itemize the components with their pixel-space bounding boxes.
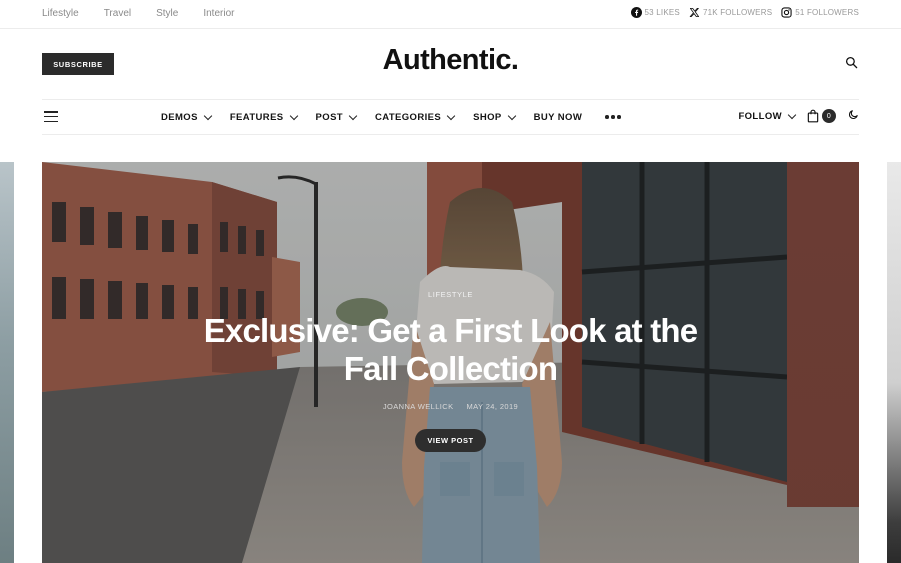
featured-slider[interactable]: LIFESTYLE Exclusive: Get a First Look at…: [0, 162, 901, 563]
nav-item-categories[interactable]: CATEGORIES: [375, 111, 456, 123]
cart-count-badge: 0: [822, 109, 836, 123]
chevron-down-icon: [787, 110, 797, 119]
hero-content: LIFESTYLE Exclusive: Get a First Look at…: [42, 162, 859, 563]
facebook-icon: [630, 7, 642, 18]
instagram-icon: [781, 7, 792, 18]
cart-button[interactable]: 0: [807, 109, 836, 123]
chevron-down-icon: [289, 111, 298, 120]
featured-post-card[interactable]: LIFESTYLE Exclusive: Get a First Look at…: [42, 162, 859, 563]
nav-item-label: FEATURES: [229, 111, 284, 123]
nav-item-shop[interactable]: SHOP: [473, 111, 516, 123]
nav-item-label: DEMOS: [161, 111, 198, 123]
post-author[interactable]: JOANNA WELLICK: [383, 402, 454, 411]
dark-mode-toggle[interactable]: [848, 109, 859, 123]
nav-item-label: CATEGORIES: [375, 111, 442, 123]
facebook-count: 53 LIKES: [644, 8, 680, 17]
main-navigation: DEMOS FEATURES POST CATEGORIES SHOP BUY …: [42, 99, 859, 135]
shopping-bag-icon: [807, 109, 819, 123]
follow-label: FOLLOW: [738, 110, 782, 122]
chevron-down-icon: [507, 111, 516, 120]
social-x[interactable]: 71K FOLLOWERS: [689, 7, 772, 18]
chevron-down-icon: [446, 111, 456, 120]
previous-slide-peek[interactable]: [0, 162, 14, 563]
nav-item-features[interactable]: FEATURES: [229, 111, 298, 123]
chevron-down-icon: [203, 111, 213, 120]
follow-dropdown[interactable]: FOLLOW: [738, 110, 797, 122]
post-meta: JOANNA WELLICK MAY 24, 2019: [42, 402, 859, 411]
top-link-style[interactable]: Style: [156, 8, 178, 19]
next-slide-peek[interactable]: [887, 162, 901, 563]
top-link-travel[interactable]: Travel: [104, 8, 131, 19]
top-bar: Lifestyle Travel Style Interior 53 LIKES…: [0, 0, 901, 29]
moon-icon: [848, 110, 858, 120]
top-link-interior[interactable]: Interior: [203, 8, 234, 19]
nav-menu: DEMOS FEATURES POST CATEGORIES SHOP BUY …: [161, 111, 621, 123]
search-icon: [845, 56, 858, 69]
nav-item-demos[interactable]: DEMOS: [161, 111, 213, 123]
x-twitter-icon: [689, 7, 699, 18]
nav-item-label: SHOP: [473, 111, 502, 123]
chevron-down-icon: [348, 111, 358, 120]
hamburger-menu-icon[interactable]: [44, 111, 58, 123]
post-category[interactable]: LIFESTYLE: [42, 290, 859, 299]
nav-item-label: BUY NOW: [533, 111, 583, 123]
social-links: 53 LIKES 71K FOLLOWERS 51 FOLLOWERS: [630, 7, 859, 18]
post-date: MAY 24, 2019: [466, 402, 519, 411]
instagram-count: 51 FOLLOWERS: [795, 8, 859, 17]
nav-right-actions: FOLLOW 0: [738, 109, 859, 123]
more-dots-icon[interactable]: [605, 111, 621, 123]
search-button[interactable]: [845, 56, 858, 74]
nav-item-buy-now[interactable]: BUY NOW: [534, 111, 583, 123]
social-facebook[interactable]: 53 LIKES: [630, 7, 680, 18]
top-category-links: Lifestyle Travel Style Interior: [42, 8, 234, 19]
site-logo[interactable]: Authentic.: [0, 44, 901, 77]
post-title[interactable]: Exclusive: Get a First Look at the Fall …: [192, 312, 709, 388]
top-link-lifestyle[interactable]: Lifestyle: [42, 8, 79, 19]
view-post-button[interactable]: VIEW POST: [415, 429, 486, 452]
nav-item-label: POST: [315, 111, 344, 123]
nav-item-post[interactable]: POST: [315, 111, 358, 123]
social-instagram[interactable]: 51 FOLLOWERS: [781, 7, 859, 18]
x-count: 71K FOLLOWERS: [702, 8, 773, 17]
